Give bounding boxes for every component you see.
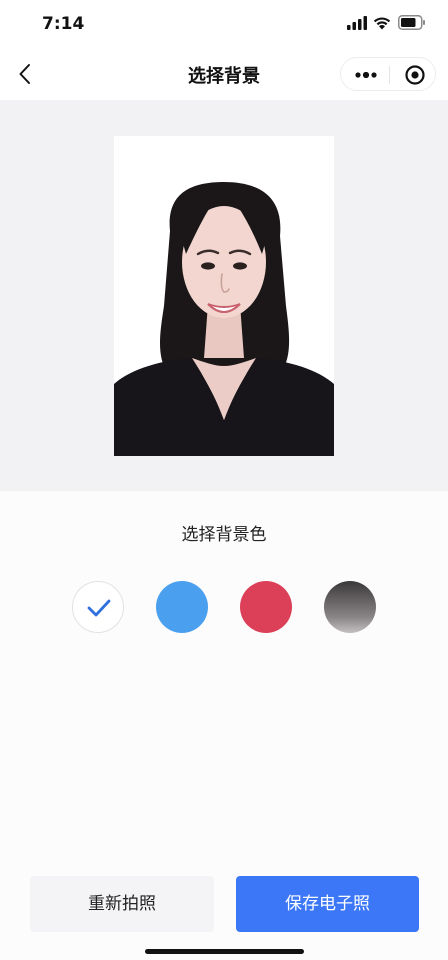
retake-photo-button[interactable]: 重新拍照 [30,876,214,932]
swatch-white[interactable] [72,581,124,633]
portrait-photo-icon [114,182,334,456]
swatch-gradient-gray[interactable] [324,581,376,633]
cellular-signal-icon [347,16,367,30]
capsule-divider [389,66,390,84]
more-dots-icon[interactable] [355,72,377,78]
nav-bar: 选择背景 [0,48,448,100]
status-time: 7:14 [42,14,85,34]
photo-preview-area [0,100,448,491]
home-indicator [145,949,304,954]
id-photo [114,136,334,456]
status-bar: 7:14 [0,0,448,48]
checkmark-icon [87,599,111,617]
close-target-icon[interactable] [404,64,426,86]
mini-program-capsule [340,57,436,91]
swatch-blue[interactable] [156,581,208,633]
background-color-label: 选择背景色 [181,525,267,545]
save-photo-button[interactable]: 保存电子照 [236,876,419,932]
wifi-icon [373,17,391,30]
battery-icon [398,15,425,30]
swatch-red[interactable] [240,581,292,633]
